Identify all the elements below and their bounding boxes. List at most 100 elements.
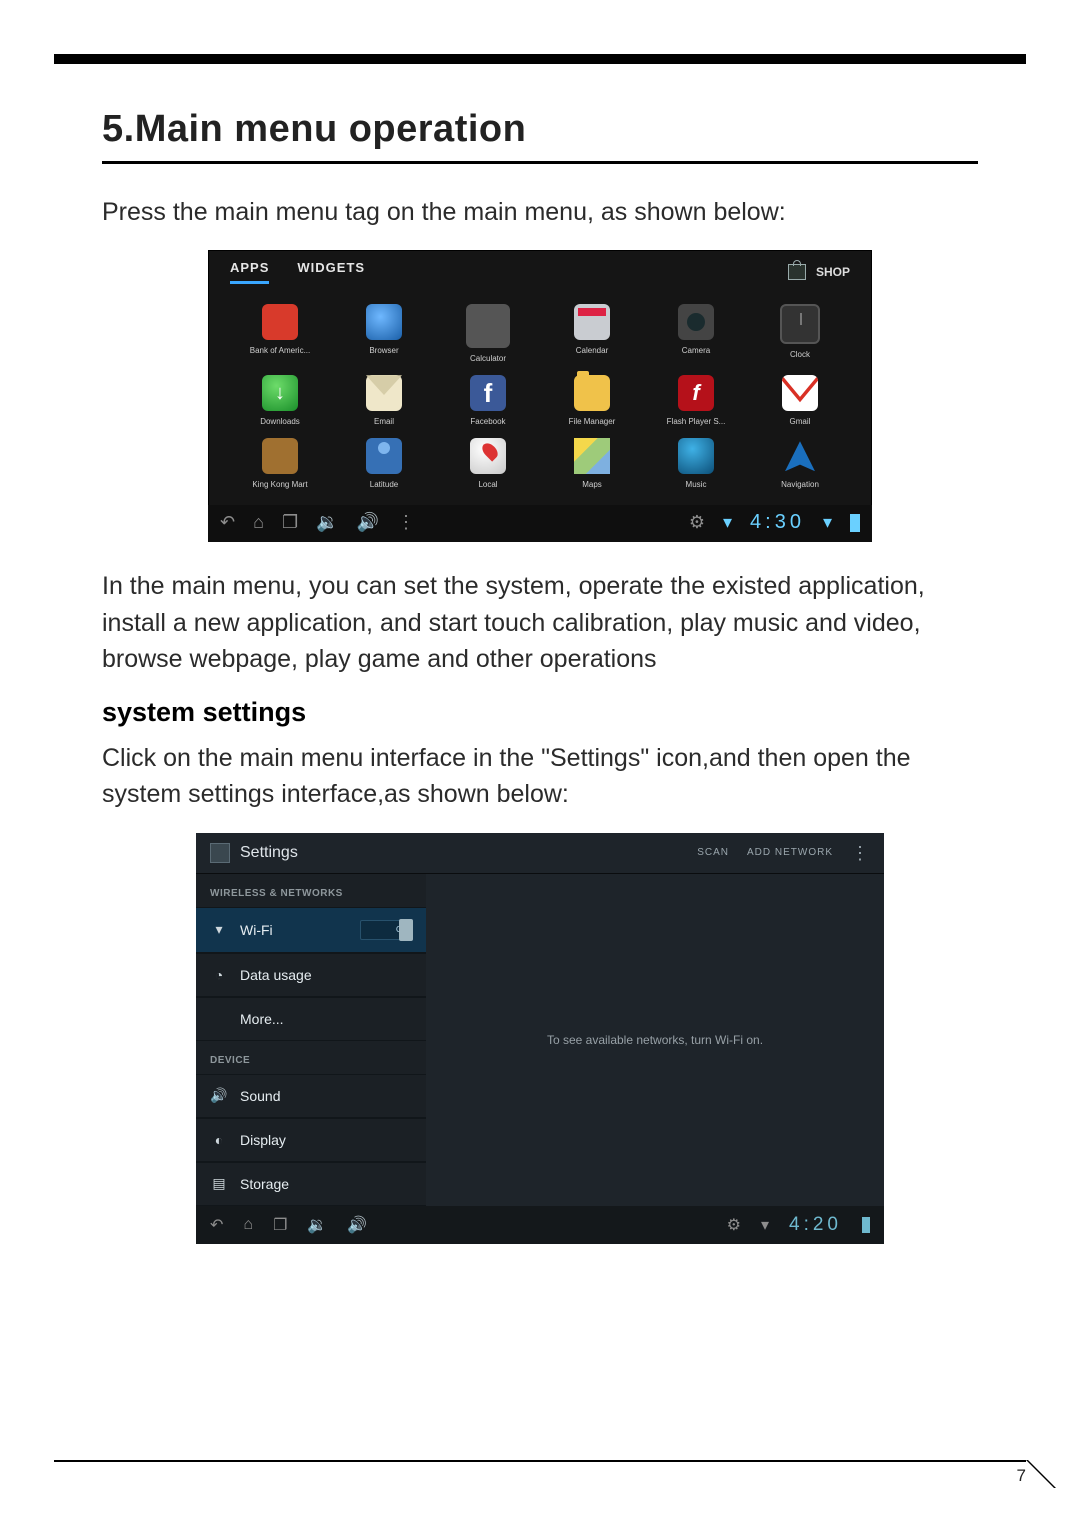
- app-downloads[interactable]: Downloads: [228, 371, 332, 430]
- tab-apps[interactable]: APPS: [230, 260, 269, 284]
- app-local[interactable]: Local: [436, 434, 540, 493]
- drawer-tabs: APPS WIDGETS: [230, 260, 365, 284]
- app-calculator[interactable]: Calculator: [436, 300, 540, 367]
- add-network-button[interactable]: ADD NETWORK: [747, 847, 833, 858]
- battery-icon: [862, 1217, 870, 1233]
- app-label: Calendar: [576, 346, 608, 355]
- category-wireless: WIRELESS & NETWORKS: [196, 874, 426, 907]
- screenshot-settings: Settings SCAN ADD NETWORK ⋮ WIRELESS & N…: [196, 833, 884, 1244]
- volume-up-icon[interactable]: 🔊: [357, 512, 379, 533]
- app-label: Maps: [582, 480, 602, 489]
- settings-detail-pane: To see available networks, turn Wi-Fi on…: [426, 874, 884, 1206]
- app-label: Gmail: [790, 417, 811, 426]
- wifi-toggle[interactable]: ON: [360, 920, 412, 940]
- scan-button[interactable]: SCAN: [697, 847, 729, 858]
- app-flash-player[interactable]: f Flash Player S...: [644, 371, 748, 430]
- app-label: Camera: [682, 346, 710, 355]
- bank-icon: [262, 304, 298, 340]
- system-nav-bar: ↶ ⌂ ❐ 🔉 🔊 ⋮ ⚙ ▾ 4:30 ▾: [208, 505, 872, 542]
- settings-header: Settings SCAN ADD NETWORK ⋮: [196, 833, 884, 874]
- shop-label: SHOP: [816, 265, 850, 279]
- sidebar-item-wifi[interactable]: ▾ Wi-Fi ON: [196, 907, 426, 953]
- back-icon[interactable]: ↶: [210, 1215, 223, 1235]
- sidebar-item-more[interactable]: More...: [196, 997, 426, 1041]
- sidebar-item-storage[interactable]: ▤ Storage: [196, 1162, 426, 1206]
- storage-icon: ▤: [210, 1175, 228, 1193]
- tab-widgets[interactable]: WIDGETS: [297, 260, 365, 284]
- sidebar-item-data-usage[interactable]: ◔ Data usage: [196, 953, 426, 997]
- volume-down-icon[interactable]: 🔉: [316, 512, 338, 533]
- menu-dots-icon[interactable]: ⋮: [397, 512, 415, 533]
- app-gmail[interactable]: Gmail: [748, 371, 852, 430]
- app-label: Flash Player S...: [667, 417, 726, 426]
- maps-icon: [574, 438, 610, 474]
- overflow-menu-icon[interactable]: ⋮: [851, 848, 870, 858]
- app-browser[interactable]: Browser: [332, 300, 436, 367]
- navigation-icon: [782, 438, 818, 474]
- screenshot-app-drawer: APPS WIDGETS SHOP Bank of Americ... Brow…: [208, 250, 872, 542]
- volume-down-icon[interactable]: 🔉: [307, 1215, 327, 1235]
- home-icon[interactable]: ⌂: [253, 512, 264, 533]
- calculator-icon: [466, 304, 510, 348]
- app-maps[interactable]: Maps: [540, 434, 644, 493]
- app-king-kong-mart[interactable]: King Kong Mart: [228, 434, 332, 493]
- folder-icon: [574, 375, 610, 411]
- heading-rule: [102, 161, 978, 164]
- settings-title: Settings: [210, 843, 298, 863]
- mart-icon: [262, 438, 298, 474]
- app-label: Browser: [369, 346, 398, 355]
- app-label: Local: [478, 480, 497, 489]
- sidebar-item-label: Sound: [240, 1088, 280, 1104]
- app-label: Facebook: [470, 417, 505, 426]
- app-latitude[interactable]: Latitude: [332, 434, 436, 493]
- shop-button[interactable]: SHOP: [788, 264, 850, 280]
- app-music[interactable]: Music: [644, 434, 748, 493]
- sidebar-item-sound[interactable]: 🔊 Sound: [196, 1074, 426, 1118]
- back-icon[interactable]: ↶: [220, 512, 235, 533]
- footer-slash: [998, 1460, 1056, 1488]
- volume-up-icon[interactable]: 🔊: [347, 1215, 367, 1235]
- wifi-signal-icon: ▾: [823, 512, 832, 533]
- sidebar-item-label: More...: [240, 1011, 284, 1027]
- settings-gear-icon[interactable]: ⚙: [727, 1215, 741, 1235]
- app-camera[interactable]: Camera: [644, 300, 748, 367]
- display-icon: ◐: [210, 1131, 228, 1149]
- app-label: Bank of Americ...: [250, 346, 310, 355]
- recents-icon[interactable]: ❐: [282, 512, 298, 533]
- settings-actions: SCAN ADD NETWORK ⋮: [697, 847, 870, 858]
- blank-icon: [210, 1010, 228, 1028]
- app-calendar[interactable]: Calendar: [540, 300, 644, 367]
- category-device: DEVICE: [196, 1041, 426, 1074]
- app-navigation[interactable]: Navigation: [748, 434, 852, 493]
- sidebar-item-label: Data usage: [240, 967, 312, 983]
- recents-icon[interactable]: ❐: [273, 1215, 287, 1235]
- settings-body: WIRELESS & NETWORKS ▾ Wi-Fi ON ◔ Data us…: [196, 874, 884, 1206]
- wifi-status-icon: ▾: [761, 1215, 769, 1235]
- intro-paragraph: Press the main menu tag on the main menu…: [102, 194, 978, 230]
- section-heading: 5.Main menu operation: [102, 108, 978, 151]
- flash-icon: f: [678, 375, 714, 411]
- sidebar-item-display[interactable]: ◐ Display: [196, 1118, 426, 1162]
- calendar-icon: [574, 304, 610, 340]
- app-file-manager[interactable]: File Manager: [540, 371, 644, 430]
- app-label: Calculator: [470, 354, 506, 363]
- camera-icon: [678, 304, 714, 340]
- music-icon: [678, 438, 714, 474]
- app-clock[interactable]: Clock: [748, 300, 852, 367]
- top-rule: [54, 54, 1026, 64]
- app-bank-of-america[interactable]: Bank of Americ...: [228, 300, 332, 367]
- home-icon[interactable]: ⌂: [243, 1216, 253, 1234]
- battery-icon: [850, 514, 860, 532]
- subsection-heading: system settings: [102, 697, 978, 728]
- app-email[interactable]: Email: [332, 371, 436, 430]
- settings-gear-icon[interactable]: ⚙: [689, 512, 705, 533]
- app-label: Navigation: [781, 480, 819, 489]
- data-usage-icon: ◔: [210, 966, 228, 984]
- app-facebook[interactable]: fFacebook: [436, 371, 540, 430]
- sidebar-item-label: Wi-Fi: [240, 922, 273, 938]
- settings-title-text: Settings: [240, 844, 298, 862]
- shop-icon: [788, 264, 806, 280]
- wifi-icon: ▾: [210, 921, 228, 939]
- email-icon: [366, 375, 402, 411]
- latitude-icon: [366, 438, 402, 474]
